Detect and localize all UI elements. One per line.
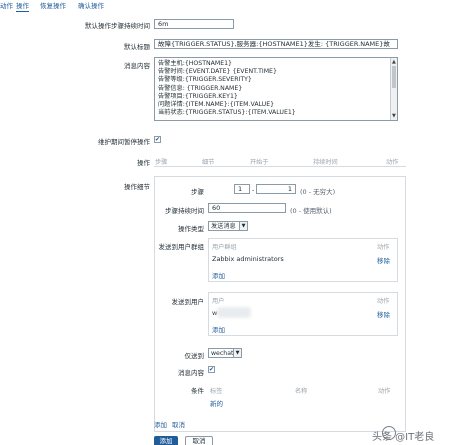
step-duration-input[interactable]: 60	[208, 203, 286, 213]
step-to-input[interactable]: 1	[256, 184, 296, 194]
step-label: 步骤	[191, 188, 204, 196]
default-step-duration-label: 默认操作步骤持续时间	[85, 22, 150, 30]
cond-header-name: 名称	[295, 388, 308, 395]
group-row-name: Zabbix administrators	[212, 255, 284, 263]
message-scrollbar[interactable]: ▲ ▼	[390, 58, 397, 120]
message-line: 告警项目:{TRIGGER.KEY1}	[158, 92, 238, 100]
message-line: 问题详情:{ITEM.NAME}:{ITEM.VALUE}	[158, 101, 275, 109]
default-message-label: 消息内容	[124, 62, 150, 70]
operations-label: 操作	[137, 159, 150, 167]
user-remove-link[interactable]: 移除	[377, 309, 390, 319]
scroll-down-icon[interactable]: ▼	[392, 112, 396, 120]
default-message-textarea[interactable]: 告警主机:{HOSTNAME1} 告警时间:{EVENT.DATE} {EVEN…	[154, 57, 398, 121]
scroll-thumb[interactable]	[392, 66, 396, 88]
user-groups-table: 用户群组 动作 Zabbix administrators 移除 添加	[208, 238, 398, 282]
step-from-input[interactable]: 1	[234, 184, 250, 194]
scroll-up-icon[interactable]: ▲	[392, 58, 396, 66]
op-header-duration: 持续时间	[313, 159, 338, 166]
add-button[interactable]: 添加	[154, 436, 178, 445]
tab-ack-operations[interactable]: 确认操作	[78, 0, 104, 10]
send-only-to-label: 仅送到	[184, 352, 205, 360]
tab-action[interactable]: 动作	[0, 0, 13, 10]
group-remove-link[interactable]: 移除	[377, 255, 390, 265]
chevron-down-icon: ▼	[233, 349, 241, 357]
default-message-checkbox[interactable]: ✔	[208, 366, 215, 373]
op-header-start-in: 开始于	[250, 159, 269, 166]
operation-type-value: 发送消息	[211, 223, 236, 230]
tab-operations[interactable]: 操作	[16, 0, 29, 12]
divider	[154, 166, 406, 167]
step-range-dash: -	[252, 186, 255, 194]
details-add-link[interactable]: 添加	[154, 419, 167, 429]
users-table: 用户 动作 w 移除 添加	[208, 292, 398, 336]
send-to-groups-label: 发送到用户群组	[158, 243, 205, 251]
check-icon: ✔	[209, 366, 215, 373]
redacted-username	[217, 307, 251, 318]
message-line: 告警信息: {TRIGGER.NAME}	[158, 84, 243, 92]
cond-header-label: 标签	[210, 388, 223, 395]
send-only-to-select[interactable]: wechat ▼	[208, 348, 242, 358]
message-line: 告警主机:{HOSTNAME1}	[158, 60, 232, 67]
users-header-name: 用户	[212, 298, 225, 305]
step-duration-label: 步骤持续时间	[165, 207, 204, 215]
message-line: 告警等级:{TRIGGER.SEVERITY}	[158, 76, 252, 84]
chevron-down-icon: ▼	[239, 222, 247, 230]
op-header-details: 细节	[202, 159, 215, 166]
check-icon: ✔	[155, 136, 161, 143]
pause-in-maintenance-label: 维护期间暂停操作	[98, 138, 150, 146]
step-duration-hint: (0 - 使用默认)	[290, 207, 332, 215]
send-to-users-label: 发送到用户	[171, 298, 205, 306]
default-message-option-label: 消息内容	[178, 369, 204, 377]
send-only-to-value: wechat	[211, 350, 234, 357]
default-step-duration-input[interactable]: 6m	[154, 19, 234, 29]
default-subject-input[interactable]: 故障{TRIGGER.STATUS},服务器:{HOSTNAME1}发生: {T…	[154, 39, 398, 49]
operation-type-label: 操作类型	[178, 225, 204, 233]
step-hint: (0 - 无穷大)	[300, 188, 336, 196]
tab-recovery-operations[interactable]: 恢复操作	[40, 0, 66, 10]
op-header-action: 动作	[386, 159, 399, 166]
user-add-link[interactable]: 添加	[212, 324, 225, 334]
groups-header-action: 动作	[377, 244, 390, 251]
users-header-action: 动作	[377, 298, 390, 305]
cond-header-action: 动作	[378, 388, 391, 395]
pause-in-maintenance-checkbox[interactable]: ✔	[154, 136, 161, 143]
condition-new-link[interactable]: 新的	[210, 398, 223, 408]
operation-details-label: 操作细节	[124, 183, 150, 191]
details-cancel-link[interactable]: 取消	[172, 419, 185, 429]
conditions-label: 条件	[191, 387, 204, 395]
message-line: 当前状态:{TRIGGER.STATUS}:{ITEM.VALUE1}	[158, 109, 296, 117]
default-subject-label: 默认标题	[124, 43, 150, 51]
groups-header-name: 用户群组	[212, 244, 237, 251]
cancel-button[interactable]: 取消	[185, 436, 213, 445]
watermark: 头条 @IT老良	[372, 432, 435, 443]
group-add-link[interactable]: 添加	[212, 270, 225, 280]
op-header-steps: 步骤	[155, 159, 168, 166]
operation-type-select[interactable]: 发送消息 ▼	[208, 221, 248, 231]
